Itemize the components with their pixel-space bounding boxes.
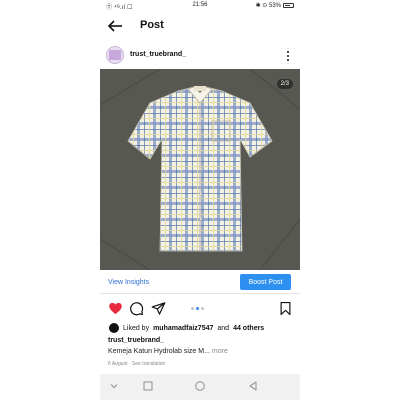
comment-button[interactable]: [129, 301, 144, 316]
page-title: Post: [140, 19, 164, 31]
save-button[interactable]: [278, 301, 293, 316]
post-header: trust_truebrand_: [100, 44, 300, 68]
battery-icon: [283, 3, 294, 8]
phone-screen: Ⓣ ⁴ᴳ.ıl ☐ 21:56 ✱ ⊙ 53% Post trust_trueb…: [100, 0, 300, 400]
likes-connector: and: [217, 324, 230, 332]
post-date: 6 August: [108, 361, 128, 367]
system-back-button[interactable]: [247, 379, 259, 391]
share-button[interactable]: [151, 301, 166, 316]
divider: [100, 293, 300, 294]
arrow-left-icon: [107, 20, 122, 32]
caption-text: Kemeja Katun Hydrolab size M...: [108, 348, 210, 355]
circle-icon: [195, 381, 205, 391]
post-image[interactable]: 2/3: [100, 69, 300, 270]
brand-logo-icon: [109, 50, 121, 60]
view-insights-link[interactable]: View Insights: [108, 279, 149, 286]
status-indicators: ✱ ⊙ 53%: [256, 2, 294, 9]
status-indicator-text: ✱ ⊙ 53%: [255, 3, 281, 9]
caption-more-link[interactable]: more: [212, 348, 228, 355]
more-options-button[interactable]: [285, 49, 291, 61]
meta-separator: ·: [128, 361, 131, 367]
likes-user[interactable]: muhamadfaiz7547: [153, 325, 213, 332]
caption: Kemeja Katun Hydrolab size M... more: [108, 348, 228, 355]
triangle-left-icon: [249, 381, 257, 391]
shirt-photo: [100, 69, 300, 270]
carousel-page-indicator: 2/3: [276, 79, 293, 89]
back-button[interactable]: [106, 18, 124, 34]
comment-icon: [130, 302, 144, 316]
send-icon: [151, 302, 166, 315]
likes-others[interactable]: 44 others: [233, 325, 264, 332]
system-nav-bar: [100, 374, 300, 400]
post-username[interactable]: trust_truebrand_: [130, 51, 186, 58]
boost-post-button[interactable]: Boost Post: [240, 274, 291, 290]
chevron-down-icon: [110, 384, 118, 389]
top-bar: Post: [100, 13, 300, 39]
see-translation-link[interactable]: See translation: [132, 361, 165, 367]
post-actions: [100, 299, 300, 319]
heart-icon: [109, 302, 122, 315]
likes-summary: Liked by muhamadfaiz7547 and 44 others: [109, 323, 264, 333]
carousel-dot-active: [196, 307, 199, 310]
home-button[interactable]: [194, 379, 206, 391]
carousel-dot: [191, 307, 194, 310]
likes-prefix: Liked by: [123, 324, 150, 332]
recents-button[interactable]: [142, 379, 154, 391]
hide-nav-button[interactable]: [108, 379, 120, 391]
bookmark-icon: [280, 301, 291, 316]
vertical-ellipsis-icon: [287, 51, 289, 61]
avatar[interactable]: [106, 46, 124, 64]
carousel-dot: [201, 307, 204, 310]
liker-avatar: [109, 323, 119, 333]
caption-username[interactable]: trust_truebrand_: [108, 337, 164, 344]
post-meta: 6 August · See translation: [108, 361, 165, 367]
carousel-dots: [191, 307, 204, 310]
status-bar: Ⓣ ⁴ᴳ.ıl ☐ 21:56 ✱ ⊙ 53%: [100, 0, 300, 11]
like-button[interactable]: [108, 301, 123, 316]
square-icon: [143, 381, 153, 391]
insights-bar: View Insights Boost Post: [100, 271, 300, 293]
